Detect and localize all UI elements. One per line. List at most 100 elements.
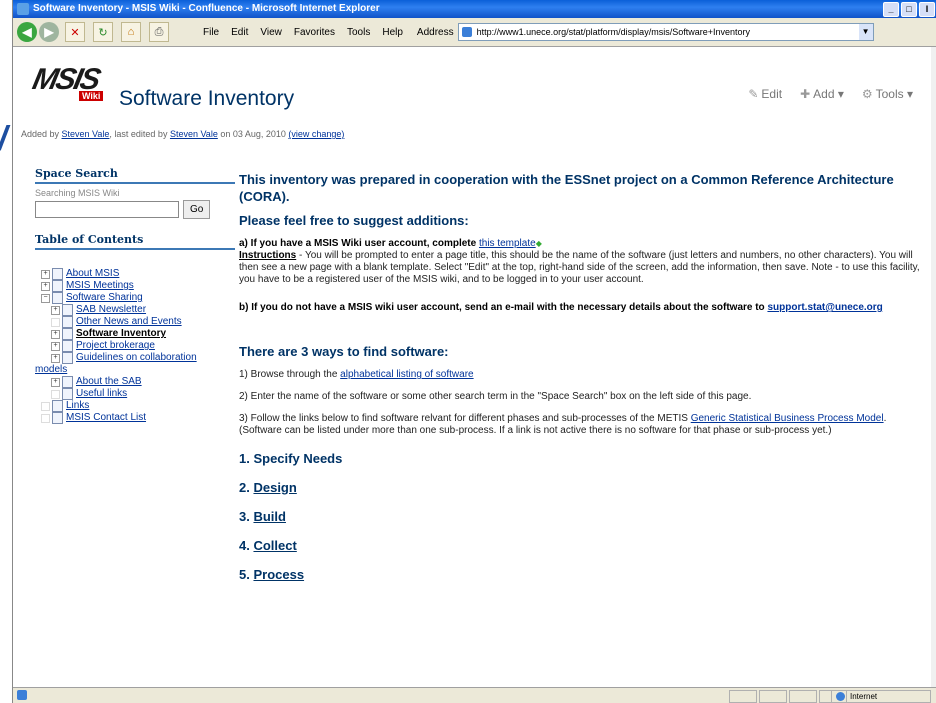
toc-link[interactable]: models (35, 364, 67, 376)
page-actions: ✎ Edit ✚ Add ▾ ⚙ Tools ▾ (748, 87, 913, 101)
toc-item: Links (35, 400, 235, 412)
byline: Added by Steven Vale, last edited by Ste… (21, 129, 344, 139)
toc-item: MSIS Contact List (35, 412, 235, 424)
toc-link[interactable]: MSIS Contact List (66, 412, 146, 424)
support-email-link[interactable]: support.stat@unece.org (767, 302, 882, 313)
globe-icon (836, 692, 845, 701)
expand-toggle-icon[interactable]: + (51, 341, 60, 351)
instructions-text: - You will be prompted to enter a page t… (239, 250, 920, 285)
way-1-prefix: 1) Browse through the (239, 369, 341, 380)
menu-bar: File Edit View Favorites Tools Help (203, 27, 403, 38)
forward-icon[interactable]: ▶ (39, 22, 59, 42)
ie-icon (17, 3, 29, 15)
page-icon (62, 328, 73, 340)
expand-toggle-icon[interactable]: − (41, 293, 50, 303)
menu-item-file[interactable]: File (203, 27, 219, 38)
stop-icon[interactable]: ✕ (65, 22, 85, 42)
toc-link[interactable]: Project brokerage (76, 340, 155, 352)
external-link-icon: ◆ (535, 239, 542, 248)
close-button[interactable]: I (919, 2, 935, 17)
add-icon: ✚ (800, 87, 811, 101)
refresh-icon[interactable]: ↻ (93, 22, 113, 42)
outer-background (0, 0, 12, 703)
page-icon (52, 400, 63, 412)
print-icon[interactable]: ⎙ (149, 22, 169, 42)
add-action[interactable]: ✚ Add ▾ (800, 87, 844, 101)
phase-link[interactable]: Build (253, 509, 286, 524)
toc-item: + About the SAB (35, 376, 235, 388)
toc-link[interactable]: Guidelines on collaboration (76, 352, 197, 364)
status-cell (789, 690, 817, 703)
edit-action[interactable]: ✎ Edit (748, 87, 782, 101)
phase-link[interactable]: Process (253, 567, 304, 582)
title-bar: Software Inventory - MSIS Wiki - Conflue… (13, 0, 936, 18)
logo-wiki-badge: Wiki (79, 91, 104, 101)
page-icon (62, 304, 73, 316)
expand-toggle-icon[interactable]: + (51, 377, 60, 387)
tools-label: Tools ▾ (875, 87, 913, 101)
status-cell (729, 690, 757, 703)
zone-label: Internet (850, 692, 878, 701)
phase-link: Specify Needs (253, 451, 343, 466)
toc-link[interactable]: About MSIS (66, 268, 119, 280)
toc-link[interactable]: Other News and Events (76, 316, 182, 328)
toc-link[interactable]: SAB Newsletter (76, 304, 146, 316)
intro-heading: This inventory was prepared in cooperati… (239, 172, 894, 204)
phase-number: 2. (239, 480, 254, 495)
expand-toggle-icon[interactable]: + (51, 329, 60, 339)
expand-toggle-icon[interactable]: + (41, 281, 50, 291)
expand-toggle-icon[interactable]: + (51, 305, 60, 315)
address-bar[interactable]: http://www1.unece.org/stat/platform/disp… (457, 23, 874, 41)
toc-heading: Table of Contents (35, 233, 235, 250)
page-icon (62, 340, 73, 352)
go-button[interactable]: Go (183, 200, 211, 219)
toc-item: + Guidelines on collaboration (35, 352, 235, 364)
status-bar: Internet (13, 687, 936, 703)
maximize-button[interactable]: □ (901, 2, 917, 17)
page-icon (62, 316, 73, 328)
option-a: a) If you have a MSIS Wiki user account,… (239, 238, 927, 286)
expand-toggle-icon[interactable]: + (41, 269, 50, 279)
way-2: 2) Enter the name of the software or som… (239, 391, 752, 402)
tools-icon: ⚙ (861, 87, 873, 101)
template-link[interactable]: this template (479, 238, 536, 249)
phase-number: 5. (239, 567, 254, 582)
tools-action[interactable]: ⚙ Tools ▾ (862, 87, 913, 101)
chevron-down-icon[interactable]: ▼ (858, 24, 873, 40)
expand-toggle-icon (41, 413, 50, 423)
ways-heading: There are 3 ways to find software: (239, 344, 449, 359)
toc-link[interactable]: Useful links (76, 388, 127, 400)
phase-link[interactable]: Collect (253, 538, 296, 553)
expand-toggle-icon[interactable]: + (51, 353, 60, 363)
msis-logo[interactable]: MSIS Wiki (30, 63, 111, 103)
expand-toggle-icon (51, 317, 60, 327)
view-change-link[interactable]: (view change) (288, 129, 344, 139)
byline-date: on 03 Aug, 2010 (217, 129, 289, 139)
back-icon[interactable]: ◀ (17, 22, 37, 42)
phase-link[interactable]: Design (253, 480, 296, 495)
minimize-button[interactable]: _ (883, 2, 899, 17)
phase-item: 4. Collect (239, 538, 927, 553)
menu-item-help[interactable]: Help (382, 27, 403, 38)
expand-toggle-icon (51, 389, 60, 399)
main-content: This inventory was prepared in cooperati… (239, 171, 927, 582)
scrollbar[interactable] (931, 47, 936, 687)
alphabetical-listing-link[interactable]: alphabetical listing of software (340, 369, 473, 380)
toc-link[interactable]: Software Inventory (76, 328, 166, 340)
space-search-heading: Space Search (35, 167, 235, 184)
byline-mid: , last edited by (109, 129, 170, 139)
toc-link[interactable]: MSIS Meetings (66, 280, 134, 292)
home-icon[interactable]: ⌂ (121, 22, 141, 42)
menu-item-edit[interactable]: Edit (231, 27, 248, 38)
author-link[interactable]: Steven Vale (62, 129, 110, 139)
toc-link[interactable]: Links (66, 400, 89, 412)
space-search-input[interactable] (35, 201, 179, 218)
menu-item-view[interactable]: View (260, 27, 282, 38)
toc-link[interactable]: Software Sharing (66, 292, 143, 304)
toc-link[interactable]: About the SAB (76, 376, 142, 388)
editor-link[interactable]: Steven Vale (170, 129, 218, 139)
gsbpm-link[interactable]: Generic Statistical Business Process Mod… (691, 413, 884, 424)
menu-item-favorites[interactable]: Favorites (294, 27, 335, 38)
toc-item: + Project brokerage (35, 340, 235, 352)
menu-item-tools[interactable]: Tools (347, 27, 370, 38)
